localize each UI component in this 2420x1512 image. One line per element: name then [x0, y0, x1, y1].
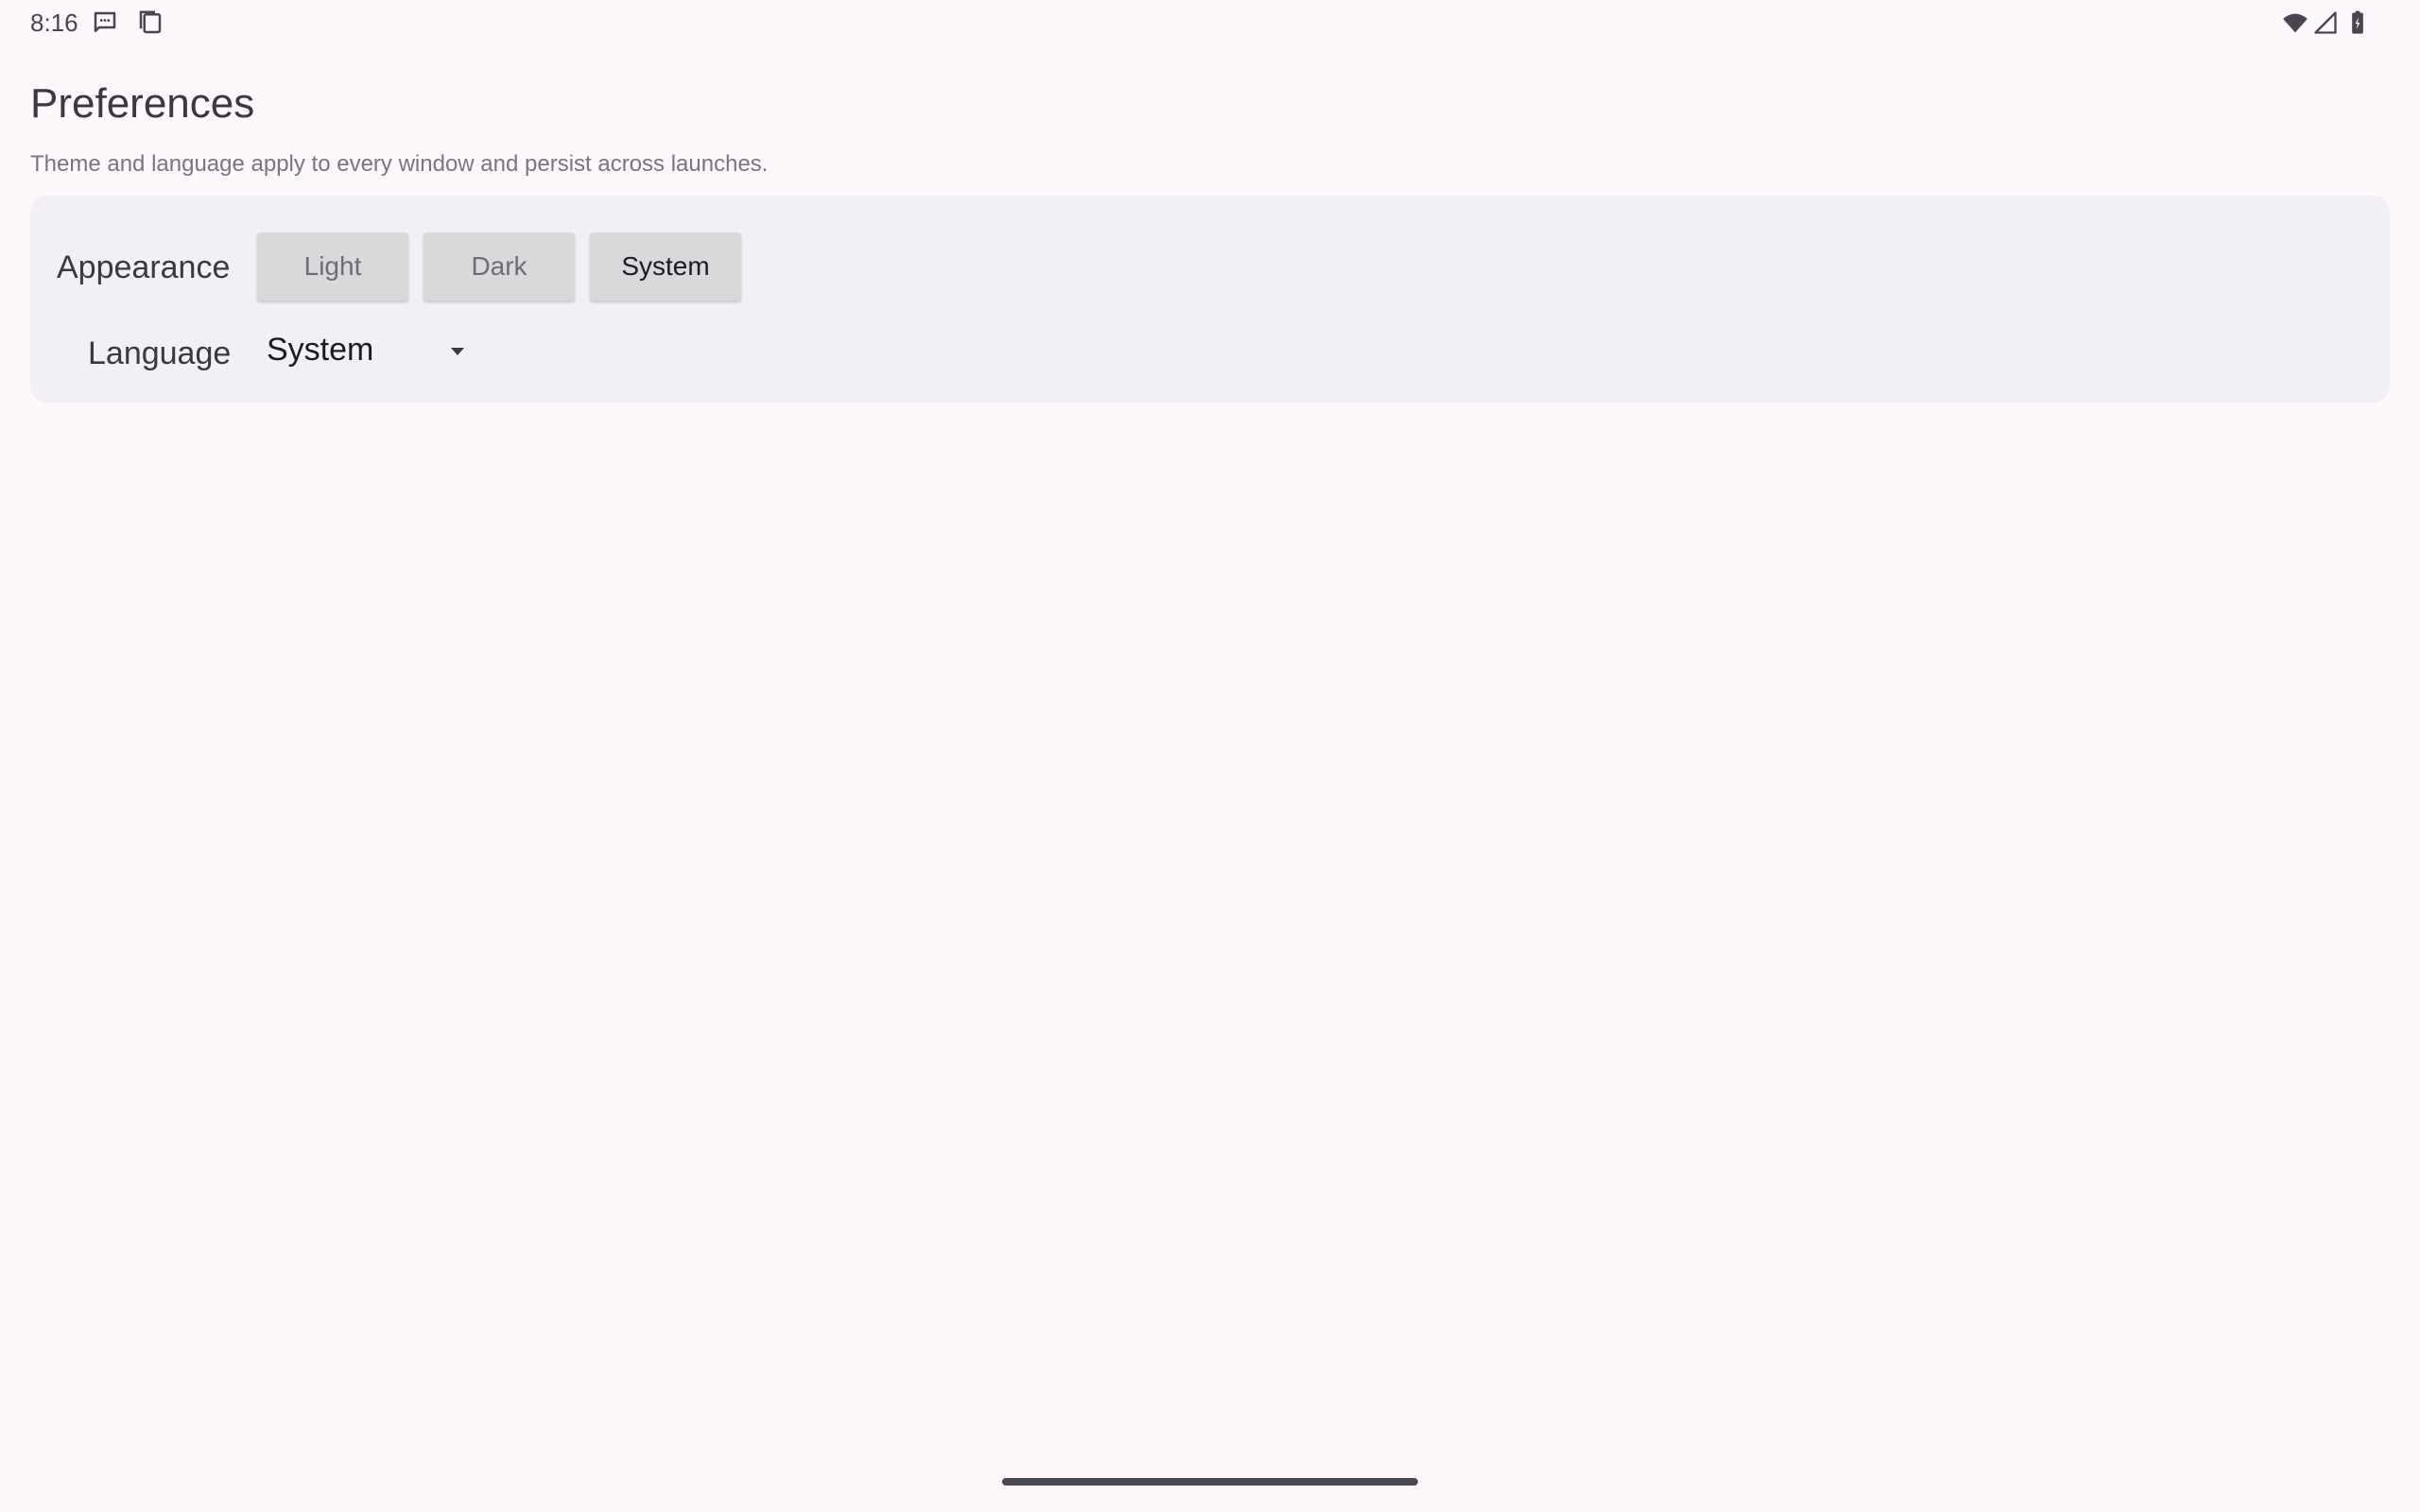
wifi-icon [2283, 13, 2308, 33]
appearance-light-button[interactable]: Light [257, 232, 408, 301]
chevron-down-icon [451, 348, 464, 355]
page-title: Preferences [30, 80, 255, 127]
settings-card: Appearance Light Dark System Language Sy… [30, 196, 2390, 403]
status-bar: 8:16 [0, 0, 2420, 45]
appearance-dark-button[interactable]: Dark [424, 232, 575, 301]
preferences-screen: 8:16 Preferences Theme and language appl… [0, 0, 2420, 1512]
battery-icon [2352, 10, 2363, 34]
status-time: 8:16 [30, 9, 78, 37]
message-icon [94, 11, 116, 32]
appearance-label: Appearance [57, 249, 231, 285]
language-label: Language [88, 335, 232, 371]
copy-icon [139, 10, 162, 34]
gesture-navigation-bar[interactable] [1002, 1478, 1418, 1486]
page-subtitle: Theme and language apply to every window… [30, 151, 769, 177]
language-dropdown[interactable]: System [267, 321, 484, 378]
signal-icon [2314, 11, 2337, 34]
appearance-system-button[interactable]: System [590, 232, 741, 301]
language-dropdown-value: System [267, 332, 374, 368]
